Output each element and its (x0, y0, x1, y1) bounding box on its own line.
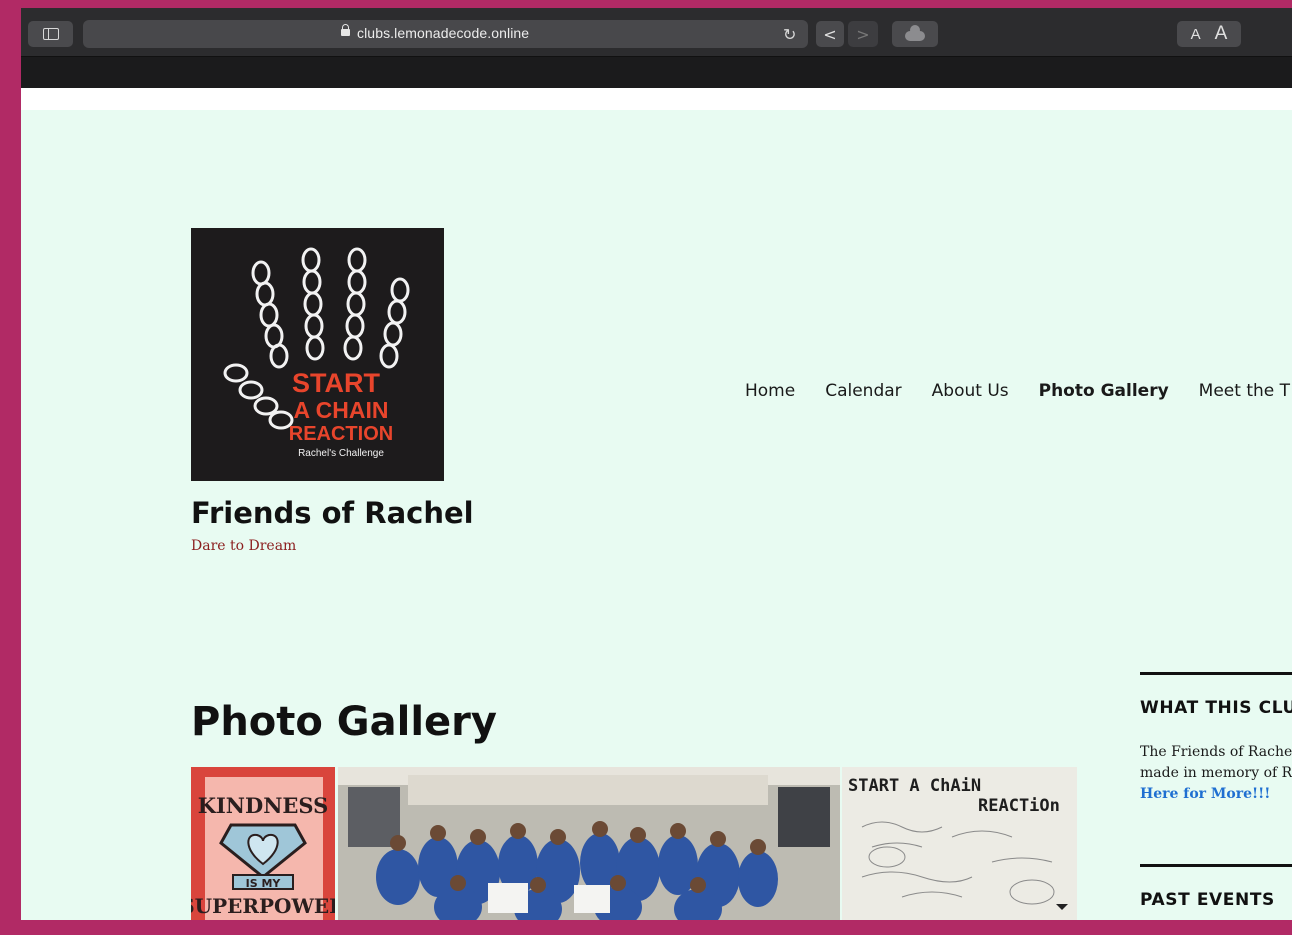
widget-divider (1140, 672, 1292, 675)
chevron-right-icon: > (856, 24, 870, 44)
url-text: clubs.lemonadecode.online (357, 25, 530, 41)
chain-finger-3 (343, 247, 367, 361)
chain-reaction-poster-image: START A ChAiN REACTiOn (842, 767, 1077, 920)
font-size-control[interactable]: A A (1177, 21, 1241, 47)
logo-text-chain: A CHAIN (294, 397, 389, 423)
nav-item-meet-the-team[interactable]: Meet the T (1199, 381, 1290, 401)
site-tagline: Dare to Dream (191, 538, 297, 554)
gallery-photo-group[interactable] (338, 767, 840, 920)
widget-text-line: made in memory of Rac (1140, 765, 1292, 781)
photo-text-start-a-chain: START A ChAiN (848, 776, 981, 796)
nav-item-home[interactable]: Home (745, 381, 795, 401)
address-bar[interactable]: clubs.lemonadecode.online ↻ (83, 20, 808, 48)
widget-text-about: The Friends of Rachel c made in memory o… (1140, 742, 1292, 805)
back-button[interactable]: < (816, 21, 844, 47)
nav-item-about-us[interactable]: About Us (932, 381, 1009, 401)
site-title[interactable]: Friends of Rachel (191, 496, 474, 530)
photo-text-superpower: SUPERPOWER (191, 894, 335, 918)
cloud-icon (905, 25, 925, 41)
browser-window: clubs.lemonadecode.online ↻ < > A A STAR… (21, 8, 1292, 920)
chain-finger-1 (251, 260, 289, 369)
gallery-photo-chain-reaction-poster[interactable]: START A ChAiN REACTiOn (842, 767, 1077, 920)
widget-title-what-this-club: WHAT THIS CLU (1140, 698, 1292, 718)
chain-thumb (223, 363, 294, 430)
photo-text-is-my: IS MY (246, 877, 282, 890)
widget-text-line: The Friends of Rachel c (1140, 744, 1292, 760)
nav-item-photo-gallery[interactable]: Photo Gallery (1039, 381, 1169, 401)
here-for-more-link[interactable]: Here for More!!! (1140, 784, 1292, 805)
sidebar-icon (42, 28, 59, 40)
gallery-photo-kindness[interactable]: KINDNESS IS MY SUPERPOWER (191, 767, 335, 920)
photo-text-reaction: REACTiOn (978, 796, 1060, 816)
logo-text-start: START (292, 368, 380, 398)
page-title: Photo Gallery (191, 698, 497, 745)
site-logo[interactable]: START A CHAIN REACTION Rachel's Challeng… (191, 228, 444, 481)
forward-button[interactable]: > (848, 21, 878, 47)
nav-item-calendar[interactable]: Calendar (825, 381, 901, 401)
increase-font-button[interactable]: A (1215, 23, 1228, 45)
toolbar-strip (21, 57, 1292, 88)
widget-title-past-events: PAST EVENTS (1140, 890, 1275, 910)
chain-finger-2 (301, 247, 325, 361)
logo-text-challenge: Rachel's Challenge (298, 448, 384, 459)
chevron-left-icon: < (823, 24, 837, 44)
photo-text-kindness: KINDNESS (198, 793, 329, 818)
lock-icon (341, 24, 350, 36)
logo-text-reaction: REACTION (289, 423, 393, 445)
sidebar-toggle-button[interactable] (28, 21, 73, 47)
icloud-tabs-button[interactable] (892, 21, 938, 47)
chain-finger-4 (379, 277, 410, 369)
widget-divider (1140, 864, 1292, 867)
student-group-image (338, 767, 840, 920)
hand-chain-logo-image: START A CHAIN REACTION Rachel's Challeng… (223, 247, 410, 459)
web-page: START A CHAIN REACTION Rachel's Challeng… (21, 110, 1292, 920)
browser-toolbar: clubs.lemonadecode.online ↻ < > A A (21, 8, 1292, 57)
decrease-font-button[interactable]: A (1191, 26, 1201, 43)
page-top-margin (21, 88, 1292, 110)
reload-icon[interactable]: ↻ (783, 25, 796, 44)
kindness-shirt-image: KINDNESS IS MY SUPERPOWER (191, 767, 335, 920)
main-navigation: Home Calendar About Us Photo Gallery Mee… (745, 381, 1292, 401)
